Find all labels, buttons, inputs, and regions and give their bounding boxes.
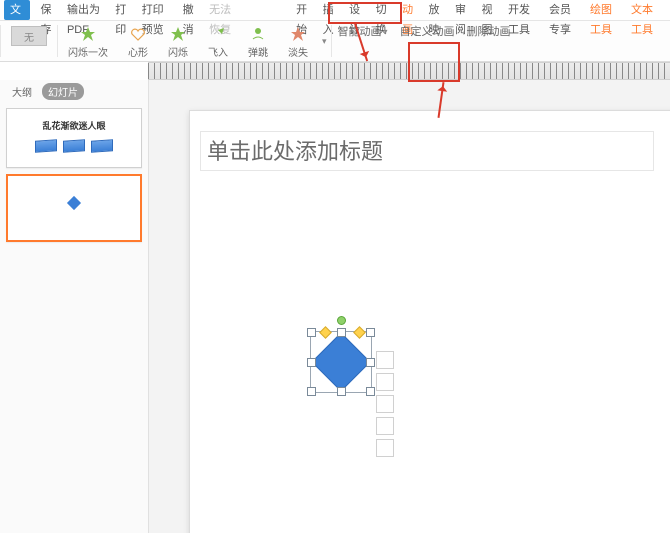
selection-box [310,331,372,393]
menu-save[interactable]: 保存 [34,0,60,20]
chevron-down-icon: ▾ [322,36,327,47]
fade-icon [290,26,306,42]
tab-design[interactable]: 设计 [343,0,369,20]
star-icon [80,26,96,42]
menubar: 文件 保存 输出为PDF 打印 打印预览 撤消 无法恢复 开始 插入 设计 切换… [0,0,670,21]
menu-export-pdf[interactable]: 输出为PDF [61,0,109,20]
resize-handle[interactable] [337,387,346,396]
resize-handle[interactable] [307,358,316,367]
adjust-handle[interactable] [353,326,366,339]
tab-insert[interactable]: 插入 [317,0,343,20]
slide-thumb-1[interactable]: 乱花渐欲迷人眼 [6,108,142,168]
menu-redo-disabled: 无法恢复 [203,0,244,20]
anim-chip[interactable] [376,351,394,369]
title-placeholder[interactable]: 单击此处添加标题 [200,131,654,171]
tab-dev[interactable]: 开发工具 [502,0,543,20]
context-tab-text[interactable]: 文本工具 [625,0,666,20]
slide-panel: 大纲 幻灯片 乱花渐欲迷人眼 [0,80,149,533]
rotate-handle[interactable] [337,316,346,325]
anim-chip[interactable] [376,395,394,413]
anim-chip[interactable] [376,373,394,391]
none-icon: 无 [11,26,47,46]
star-icon [170,26,186,42]
menu-print-preview[interactable]: 打印预览 [136,0,177,20]
horizontal-ruler[interactable] [148,62,670,80]
bounce-icon [250,26,266,42]
effect-heart[interactable]: 心形 [118,21,158,61]
effect-flyin[interactable]: 飞入 [198,21,238,61]
slide-canvas[interactable]: 单击此处添加标题 [149,80,670,533]
anim-chip[interactable] [376,439,394,457]
thumb-title: 乱花渐欲迷人眼 [7,119,141,132]
slide-thumb-2[interactable] [6,174,142,242]
effect-flash[interactable]: 闪烁 [158,21,198,61]
adjust-handle[interactable] [319,326,332,339]
thumb-diamond-icon [67,196,81,210]
resize-handle[interactable] [307,328,316,337]
tab-outline[interactable]: 大纲 [6,83,38,100]
effect-fadeout[interactable]: 淡失 [278,21,318,61]
tab-start[interactable]: 开始 [290,0,316,20]
resize-handle[interactable] [337,328,346,337]
tab-review[interactable]: 审阅 [449,0,475,20]
effect-gallery-more[interactable]: ▾ [318,21,331,61]
anim-chip[interactable] [376,417,394,435]
resize-handle[interactable] [366,387,375,396]
tab-transition[interactable]: 切换 [370,0,396,20]
slide: 单击此处添加标题 [189,110,670,533]
smart-animation-button[interactable]: 智能动画▾ [332,22,394,40]
effect-none[interactable]: 无 [1,21,57,61]
effect-flash-once[interactable]: 闪烁一次 [58,21,118,61]
effect-bounce[interactable]: 弹跳 [238,21,278,61]
menu-file[interactable]: 文件 [4,0,30,20]
tab-animation[interactable]: 动画 [396,0,422,20]
ribbon-animation: 无 闪烁一次 心形 闪烁 飞入 弹跳 淡失 ▾ 智能动画▾ 自定义动画 删除动画 [0,21,670,62]
tab-member[interactable]: 会员专享 [543,0,584,20]
resize-handle[interactable] [366,358,375,367]
selected-shape[interactable] [310,331,370,391]
tab-view[interactable]: 视图 [476,0,502,20]
tab-slides[interactable]: 幻灯片 [42,83,84,100]
context-tab-draw[interactable]: 绘图工具 [584,0,625,20]
resize-handle[interactable] [307,387,316,396]
tab-slideshow[interactable]: 放映 [423,0,449,20]
flyin-icon [210,26,226,42]
delete-animation-button[interactable]: 删除动画 [461,22,517,40]
heart-icon [130,26,146,42]
custom-animation-button[interactable]: 自定义动画 [394,22,461,40]
resize-handle[interactable] [366,328,375,337]
menu-undo[interactable]: 撤消 [177,0,203,20]
animation-order-chips [376,351,394,457]
menu-print[interactable]: 打印 [109,0,135,20]
